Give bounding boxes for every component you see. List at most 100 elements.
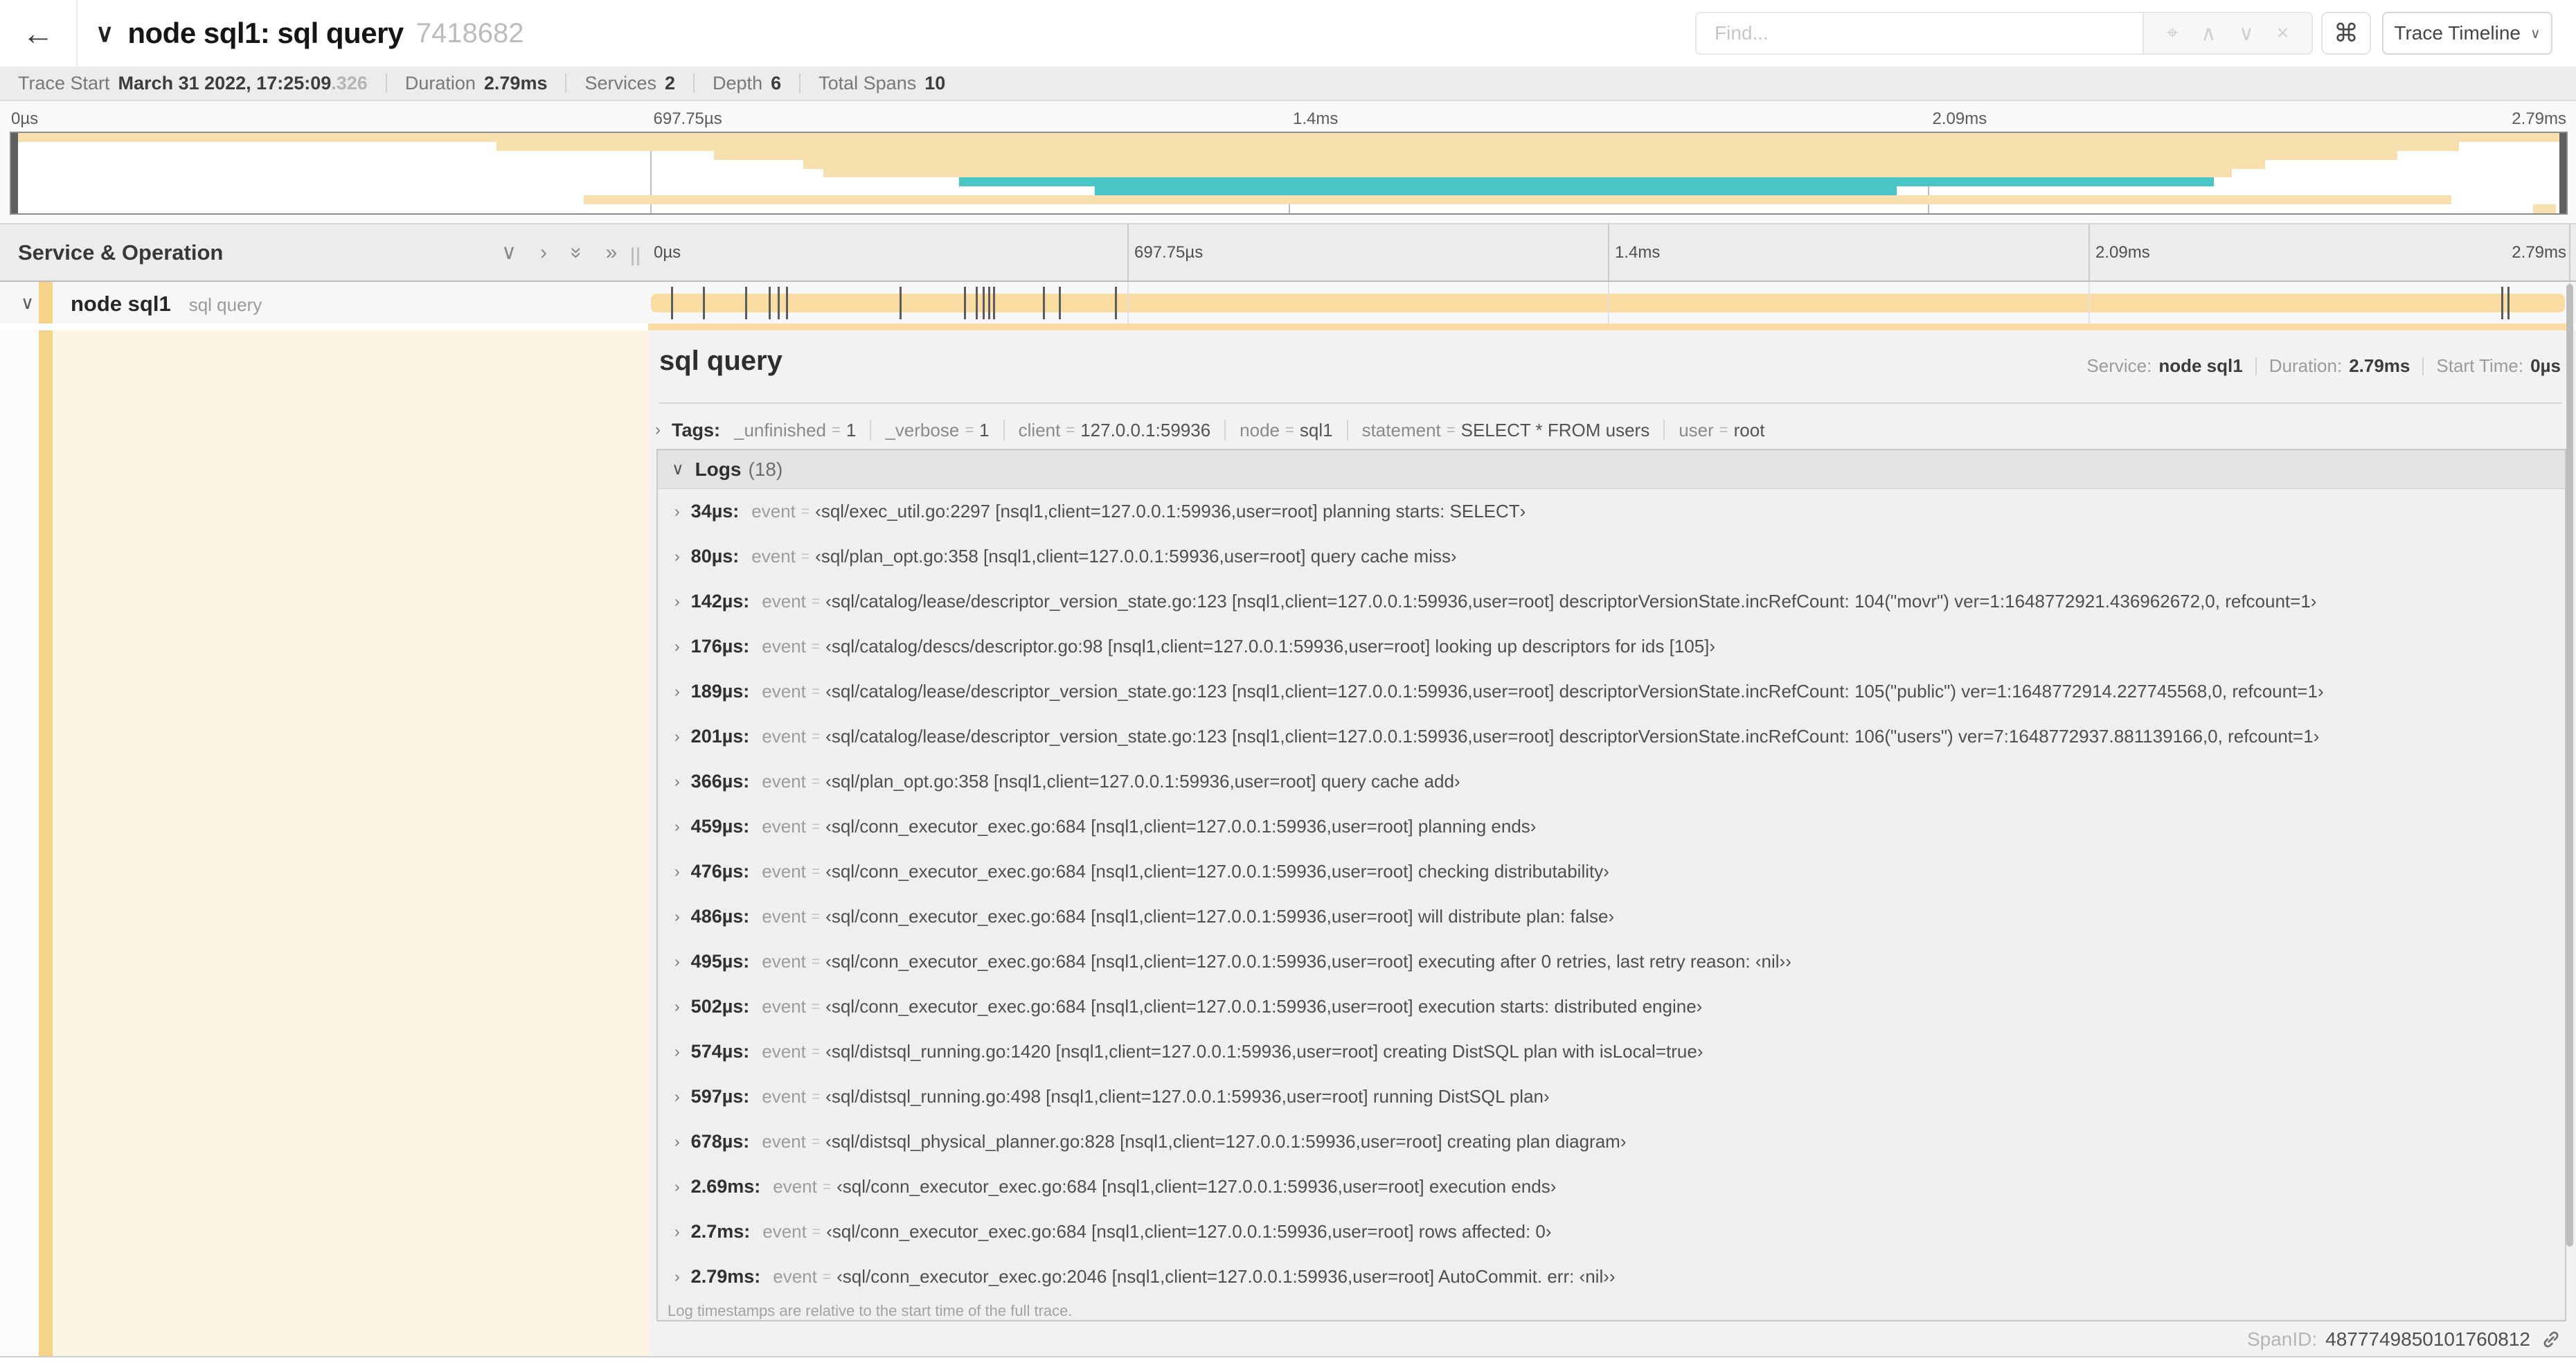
find-input[interactable]: [1695, 12, 2143, 55]
log-row[interactable]: › 2.7ms: event = ‹sql/conn_executor_exec.go:…: [658, 1209, 2565, 1254]
logs-header[interactable]: ∨ Logs (18): [658, 450, 2565, 489]
log-event-tick: [769, 287, 771, 319]
tag-equals: =: [1719, 421, 1728, 438]
column-resizer-grip[interactable]: [632, 247, 639, 265]
log-expand-icon[interactable]: ›: [674, 727, 680, 746]
log-event-tick: [1043, 287, 1046, 319]
tag-separator: [1224, 420, 1226, 440]
expand-one-level-icon[interactable]: »: [606, 241, 618, 265]
log-expand-icon[interactable]: ›: [674, 592, 680, 611]
log-field-value: ‹sql/plan_opt.go:358 [nsql1,client=127.0…: [815, 546, 1457, 567]
log-row[interactable]: › 486µs: event = ‹sql/conn_executor_exec.go:…: [658, 894, 2565, 939]
log-expand-icon[interactable]: ›: [674, 997, 680, 1016]
log-row[interactable]: › 176µs: event = ‹sql/catalog/descs/descript…: [658, 624, 2565, 669]
summary-value-fraction: .326: [331, 72, 368, 93]
summary-separator: [565, 73, 567, 93]
log-row[interactable]: › 2.79ms: event = ‹sql/conn_executor_exec.go…: [658, 1254, 2565, 1299]
log-row[interactable]: › 678µs: event = ‹sql/distsql_physical_plann…: [658, 1119, 2565, 1164]
log-row[interactable]: › 502µs: event = ‹sql/conn_executor_exec.go:…: [658, 984, 2565, 1029]
expand-all-icon[interactable]: ›: [540, 241, 547, 265]
log-row[interactable]: › 201µs: event = ‹sql/catalog/lease/descript…: [658, 714, 2565, 759]
log-expand-icon[interactable]: ›: [674, 1087, 680, 1106]
log-field-value: ‹sql/exec_util.go:2297 [nsql1,client=127…: [815, 501, 1526, 522]
locate-icon[interactable]: ⌖: [2167, 21, 2179, 45]
minimap-tick-label: 697.75µs: [653, 109, 722, 128]
log-row[interactable]: › 189µs: event = ‹sql/catalog/lease/descript…: [658, 669, 2565, 714]
log-row[interactable]: › 459µs: event = ‹sql/conn_executor_exec.go:…: [658, 804, 2565, 849]
clear-search-icon[interactable]: ×: [2277, 21, 2289, 45]
collapse-all-icon[interactable]: ∨: [501, 240, 517, 265]
log-timestamp: 486µs:: [690, 906, 750, 927]
vertical-scrollbar[interactable]: [2566, 284, 2573, 1247]
log-field-value: ‹sql/conn_executor_exec.go:684 [nsql1,cl…: [837, 1176, 1557, 1197]
viewport-scrubber-right[interactable]: [2559, 133, 2566, 213]
log-timestamp: 176µs:: [690, 636, 750, 657]
back-button[interactable]: ←: [0, 0, 78, 66]
log-field-value: ‹sql/plan_opt.go:358 [nsql1,client=127.0…: [825, 771, 1460, 792]
span-collapse-icon[interactable]: ∨: [21, 282, 34, 323]
logs-footnote: Log timestamps are relative to the start…: [668, 1302, 1073, 1319]
log-expand-icon[interactable]: ›: [674, 1132, 680, 1151]
ruler-tick-label: 2.09ms: [2095, 242, 2150, 262]
back-arrow-icon: ←: [22, 15, 54, 51]
span-row[interactable]: ∨ node sql1 sql query: [0, 282, 2576, 323]
deep-link-icon[interactable]: [2540, 1328, 2562, 1351]
log-row[interactable]: › 366µs: event = ‹sql/plan_opt.go:358 [nsql1…: [658, 759, 2565, 804]
log-expand-icon[interactable]: ›: [674, 1222, 680, 1241]
log-expand-icon[interactable]: ›: [674, 772, 680, 791]
summary-value: 10: [924, 72, 946, 93]
log-expand-icon[interactable]: ›: [674, 952, 680, 971]
tag-key: statement: [1361, 419, 1441, 440]
log-equals: =: [822, 1178, 832, 1195]
log-row[interactable]: › 476µs: event = ‹sql/conn_executor_exec.go:…: [658, 849, 2565, 894]
log-expand-icon[interactable]: ›: [674, 862, 680, 881]
summary-item: Services 2: [584, 73, 675, 94]
log-field-value: ‹sql/distsql_running.go:1420 [nsql1,clie…: [825, 1041, 1703, 1062]
minimap-span-bar: [713, 150, 2398, 160]
log-expand-icon[interactable]: ›: [674, 907, 680, 926]
log-event-tick: [982, 287, 985, 319]
log-row[interactable]: › 597µs: event = ‹sql/distsql_running.go:498…: [658, 1074, 2565, 1119]
prev-result-icon[interactable]: ∧: [2201, 21, 2216, 46]
log-field-key: event: [773, 1176, 817, 1197]
log-row[interactable]: › 574µs: event = ‹sql/distsql_running.go:142…: [658, 1029, 2565, 1074]
tags-expand-icon[interactable]: ›: [655, 420, 661, 440]
span-row-gridline: [1127, 282, 1129, 323]
minimap-span-bar: [11, 133, 2566, 142]
log-expand-icon[interactable]: ›: [674, 1042, 680, 1061]
span-row-gridline: [1608, 282, 1609, 323]
keyboard-shortcuts-button[interactable]: ⌘: [2321, 12, 2371, 55]
span-service-accent: [39, 282, 53, 323]
trace-view-dropdown[interactable]: Trace Timeline ∨: [2382, 12, 2552, 55]
log-expand-icon[interactable]: ›: [674, 1177, 680, 1196]
ruler-tick-label: 2.79ms: [2512, 242, 2566, 262]
next-result-icon[interactable]: ∨: [2239, 21, 2254, 46]
collapse-trace-icon[interactable]: ∨: [96, 19, 114, 48]
log-row[interactable]: › 2.69ms: event = ‹sql/conn_executor_exec.go…: [658, 1164, 2565, 1209]
minimap-canvas[interactable]: [10, 132, 2568, 215]
span-name-group[interactable]: node sql1 sql query: [71, 282, 262, 323]
log-expand-icon[interactable]: ›: [674, 547, 680, 566]
log-row[interactable]: › 142µs: event = ‹sql/catalog/lease/descript…: [658, 579, 2565, 624]
log-expand-icon[interactable]: ›: [674, 817, 680, 836]
page-title: node sql1: sql query: [127, 17, 404, 49]
log-equals: =: [811, 638, 821, 654]
log-expand-icon[interactable]: ›: [674, 1267, 680, 1286]
span-detail-meta: Service: node sql1 Duration: 2.79ms Start Ti…: [2086, 355, 2561, 377]
log-field-value: ‹sql/conn_executor_exec.go:684 [nsql1,cl…: [825, 951, 1791, 972]
collapse-one-level-icon[interactable]: »: [564, 247, 588, 258]
log-row[interactable]: › 495µs: event = ‹sql/conn_executor_exec.go:…: [658, 939, 2565, 984]
minimap-span-bar: [583, 195, 2451, 205]
tag-value: root: [1733, 419, 1765, 440]
log-timestamp: 201µs:: [690, 726, 750, 747]
log-row[interactable]: › 80µs: event = ‹sql/plan_opt.go:358 [nsql1,…: [658, 534, 2565, 579]
log-row[interactable]: › 34µs: event = ‹sql/exec_util.go:2297 [nsql…: [658, 489, 2565, 534]
log-expand-icon[interactable]: ›: [674, 682, 680, 701]
tags-row[interactable]: › Tags: _unfinished = 1 _verbose = 1 client = 12…: [655, 415, 1764, 445]
log-expand-icon[interactable]: ›: [674, 502, 680, 521]
log-field-value: ‹sql/catalog/lease/descriptor_version_st…: [825, 591, 2317, 612]
detail-service-column: [53, 330, 650, 1357]
summary-item: Depth 6: [713, 73, 781, 94]
viewport-scrubber-left[interactable]: [11, 133, 18, 213]
log-expand-icon[interactable]: ›: [674, 637, 680, 656]
